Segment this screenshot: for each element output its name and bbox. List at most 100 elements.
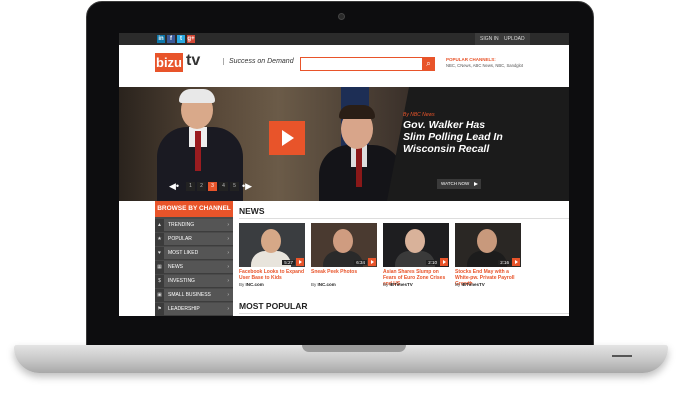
play-icon[interactable] xyxy=(368,258,376,266)
top-bar: in f t g+ SIGN IN UPLOAD xyxy=(119,33,569,45)
thumb-person-head xyxy=(333,229,353,253)
video-thumbnail[interactable]: 2:10 xyxy=(383,223,449,267)
play-icon[interactable] xyxy=(296,258,304,266)
byline-prefix: By xyxy=(239,282,245,287)
pager-3[interactable]: 3 xyxy=(208,182,217,191)
duration-label: 2:10 xyxy=(426,260,439,265)
speaker-right-hair xyxy=(339,105,375,119)
browse-sidebar: BROWSE BY CHANNEL ▲ TRENDING › ★ POPULAR › ♥… xyxy=(155,201,233,316)
pager-2[interactable]: 2 xyxy=(197,182,206,191)
popular-channels-list[interactable]: NBC, CNews, ABC News, NBC, Sandglot xyxy=(446,63,523,68)
logo-tv[interactable]: tv xyxy=(186,52,200,70)
sidebar-item-label: TRENDING xyxy=(168,222,195,228)
pager-5[interactable]: 5 xyxy=(230,182,239,191)
video-thumbnail[interactable]: 2:16 xyxy=(455,223,521,267)
search-icon[interactable]: ⌕ xyxy=(422,57,435,71)
play-icon[interactable] xyxy=(512,258,520,266)
thumb-person-head xyxy=(405,229,425,253)
twitter-icon[interactable]: t xyxy=(177,35,185,43)
sidebar-item-trending[interactable]: ▲ TRENDING › xyxy=(155,219,233,232)
trending-icon: ▲ xyxy=(155,219,164,232)
sidebar-heading: BROWSE BY CHANNEL xyxy=(155,201,233,217)
hero-image xyxy=(119,87,409,201)
upload-button[interactable]: UPLOAD xyxy=(499,33,530,45)
play-icon[interactable] xyxy=(440,258,448,266)
prev-arrow-icon[interactable]: ◀• xyxy=(169,182,179,191)
speaker-right-tie xyxy=(356,147,362,187)
chevron-right-icon: › xyxy=(227,306,229,312)
news-heading: NEWS xyxy=(239,206,265,216)
laptop-base xyxy=(14,345,668,373)
card-byline: By INC.com xyxy=(311,282,336,287)
sidebar-item-label: INVESTING xyxy=(168,278,195,284)
pager-4[interactable]: 4 xyxy=(219,182,228,191)
sidebar-item-label: POPULAR xyxy=(168,236,192,242)
chevron-right-icon: › xyxy=(227,278,229,284)
google-plus-icon[interactable]: g+ xyxy=(187,35,195,43)
byline-prefix: By xyxy=(311,282,317,287)
sidebar-item-label: SMALL BUSINESS xyxy=(168,292,211,298)
leadership-icon: ⚑ xyxy=(155,303,164,316)
search-input[interactable] xyxy=(300,57,424,71)
chevron-right-icon: › xyxy=(227,292,229,298)
sidebar-item-popular[interactable]: ★ POPULAR › xyxy=(155,233,233,246)
site-header: bizu tv Success on Demand ⌕ POPULAR CHAN… xyxy=(119,45,569,88)
card-title[interactable]: Sneak Peek Photos xyxy=(311,269,377,275)
laptop-notch xyxy=(302,345,406,352)
dollar-icon: $ xyxy=(155,275,164,288)
news-divider xyxy=(239,218,569,219)
news-icon: ▦ xyxy=(155,261,164,274)
byline-source[interactable]: IBTimesTV xyxy=(390,282,413,287)
pager-1[interactable]: 1 xyxy=(186,182,195,191)
sidebar-item-leadership[interactable]: ⚑ LEADERSHIP › xyxy=(155,303,233,316)
chevron-right-icon: › xyxy=(227,264,229,270)
byline-source[interactable]: INC.com xyxy=(246,282,264,287)
card-byline: By IBTimesTV xyxy=(455,282,485,287)
duration-label: 6:34 xyxy=(354,260,367,265)
camera-icon xyxy=(338,13,345,20)
chevron-right-icon: › xyxy=(227,222,229,228)
byline-source[interactable]: IBTimesTV xyxy=(462,282,485,287)
next-arrow-icon[interactable]: •▶ xyxy=(242,182,252,191)
screen: in f t g+ SIGN IN UPLOAD bizu tv Success… xyxy=(119,33,569,316)
chevron-right-icon: › xyxy=(227,236,229,242)
duration-label: 2:16 xyxy=(498,260,511,265)
most-popular-heading: MOST POPULAR xyxy=(239,301,308,311)
speaker-left-hair xyxy=(179,89,215,103)
sidebar-item-news[interactable]: ▦ NEWS › xyxy=(155,261,233,274)
speaker-left-tie xyxy=(195,131,201,171)
card-title[interactable]: Facebook Looks to Expand User Base to Ki… xyxy=(239,269,305,281)
video-thumbnail[interactable]: 6:34 xyxy=(311,223,377,267)
watch-now-button[interactable]: WATCH NOW xyxy=(437,179,481,189)
linkedin-icon[interactable]: in xyxy=(157,35,165,43)
hero-banner: By NBC News Gov. Walker Has Slim Polling… xyxy=(119,87,569,201)
briefcase-icon: ▣ xyxy=(155,289,164,302)
sidebar-item-label: NEWS xyxy=(168,264,183,270)
thumb-person-head xyxy=(261,229,281,253)
logo-bizu[interactable]: bizu xyxy=(155,53,183,72)
thumb-person-head xyxy=(477,229,497,253)
video-thumbnail[interactable]: 5:27 xyxy=(239,223,305,267)
facebook-icon[interactable]: f xyxy=(167,35,175,43)
sidebar-item-most-liked[interactable]: ♥ MOST LIKED › xyxy=(155,247,233,260)
hero-kicker: By NBC News xyxy=(403,112,435,118)
hero-title[interactable]: Gov. Walker Has Slim Polling Lead In Wis… xyxy=(403,119,503,155)
sidebar-item-investing[interactable]: $ INVESTING › xyxy=(155,275,233,288)
sidebar-item-label: MOST LIKED xyxy=(168,250,199,256)
card-byline: By INC.com xyxy=(239,282,264,287)
most-popular-divider xyxy=(239,313,569,314)
popular-icon: ★ xyxy=(155,233,164,246)
sidebar-item-label: LEADERSHIP xyxy=(168,306,200,312)
card-byline: By IBTimesTV xyxy=(383,282,413,287)
duration-label: 5:27 xyxy=(282,260,295,265)
popular-channels-label: POPULAR CHANNELS: xyxy=(446,57,496,62)
byline-source[interactable]: INC.com xyxy=(318,282,336,287)
tagline: Success on Demand xyxy=(223,58,294,65)
byline-prefix: By xyxy=(383,282,389,287)
sidebar-item-small-business[interactable]: ▣ SMALL BUSINESS › xyxy=(155,289,233,302)
laptop-indicator xyxy=(612,355,632,357)
chevron-right-icon: › xyxy=(227,250,229,256)
play-button[interactable] xyxy=(269,121,305,155)
byline-prefix: By xyxy=(455,282,461,287)
thumbs-up-icon: ♥ xyxy=(155,247,164,260)
